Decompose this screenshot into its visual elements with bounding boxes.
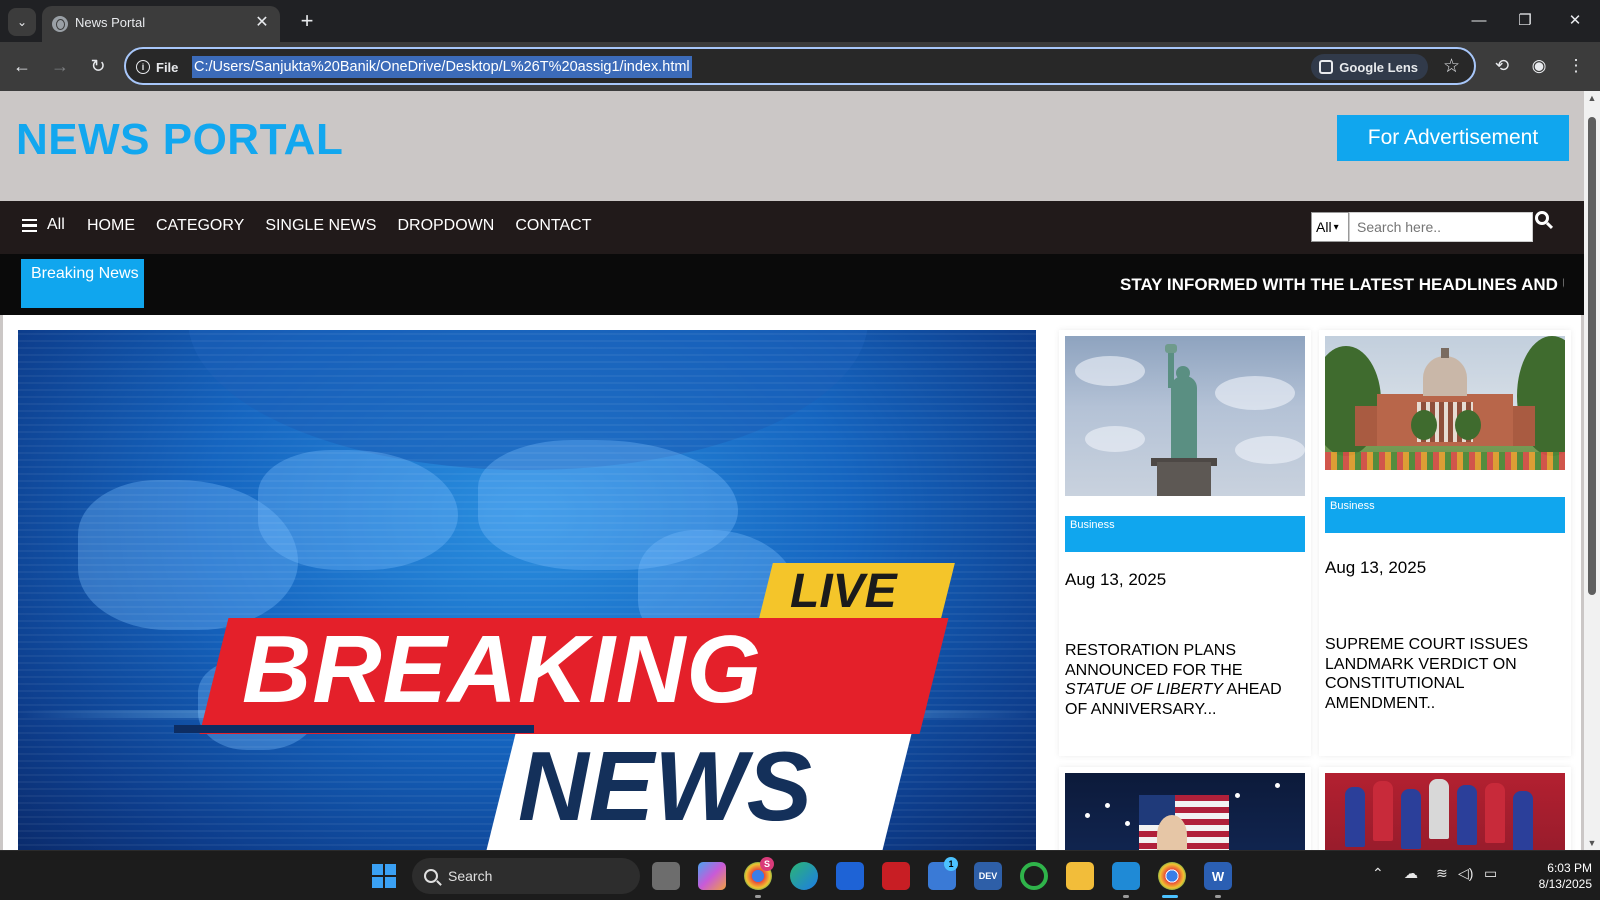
copilot-icon[interactable] [698,862,726,890]
news-card[interactable]: Business Aug 13, 2025 RESTORATION PLANS … [1059,330,1311,756]
reload-icon[interactable]: ↻ [84,52,112,80]
taskbar-search-label: Search [448,868,493,884]
hero-live-text: LIVE [790,565,897,618]
statue-of-liberty-image[interactable] [1065,336,1305,496]
forward-arrow-icon[interactable]: → [46,52,74,80]
search-icon[interactable] [1535,211,1554,230]
site-logo[interactable]: NEWS PORTAL [16,115,343,165]
vscode-icon[interactable] [1112,862,1140,890]
hero-image[interactable]: LIVE BREAKING NEWS [18,330,1036,850]
nav-link-contact[interactable]: CONTACT [515,217,591,235]
dev-home-icon[interactable]: DEV [974,862,1002,890]
advertisement-button[interactable]: For Advertisement [1337,115,1569,161]
news-card[interactable] [1319,767,1571,850]
breaking-news-bar: Breaking News STAY INFORMED WITH THE LAT… [0,254,1584,315]
globe-icon [52,16,68,32]
football-celebration-image[interactable] [1325,773,1565,850]
political-rally-image[interactable] [1065,773,1305,850]
edge-icon[interactable] [790,862,818,890]
azure-icon[interactable] [836,862,864,890]
url-text[interactable]: C:/Users/Sanjukta%20Banik/OneDrive/Deskt… [192,56,692,78]
file-explorer-icon[interactable] [1066,862,1094,890]
site-info-chip[interactable]: i File [136,56,178,78]
search-icon [424,869,438,883]
clock-time: 6:03 PM [1547,861,1592,875]
wifi-icon[interactable]: ≋ [1436,865,1448,882]
ticker-container: STAY INFORMED WITH THE LATEST HEADLINES … [1100,254,1564,315]
taskbar-search[interactable]: Search [412,858,640,894]
nav-link-category[interactable]: CATEGORY [156,217,244,235]
news-card[interactable]: Business Aug 13, 2025 SUPREME COURT ISSU… [1319,330,1571,756]
mcafee-icon[interactable] [882,862,910,890]
battery-icon[interactable]: ▭ [1484,865,1497,882]
google-lens-button[interactable]: Google Lens [1311,54,1428,80]
card-date: Aug 13, 2025 [1325,558,1427,577]
nav-link-home[interactable]: HOME [87,217,135,235]
store-badge: 1 [944,857,958,871]
hero-news-text: NEWS [518,731,812,841]
main-content: LIVE BREAKING NEWS Business Aug 13, 2025… [3,315,1581,850]
address-bar[interactable]: i File C:/Users/Sanjukta%20Banik/OneDriv… [124,47,1476,85]
info-icon: i [136,60,150,74]
search-category-select[interactable]: All ▾ [1311,212,1349,242]
browser-tab-bar: ⌄ News Portal ✕ + — ❐ ✕ [0,0,1600,42]
window-close-icon[interactable]: ✕ [1560,6,1590,36]
new-tab-button[interactable]: + [294,8,320,34]
supreme-court-image[interactable] [1325,336,1565,470]
nav-link-dropdown[interactable]: DROPDOWN [397,217,494,235]
site-header: NEWS PORTAL For Advertisement [0,91,1584,201]
category-badge[interactable]: Business [1325,497,1565,533]
chrome-badge: S [760,857,774,871]
search-input[interactable] [1349,212,1533,242]
minimize-icon[interactable]: — [1464,6,1494,36]
tab-close-icon[interactable]: ✕ [252,13,272,33]
word-icon[interactable]: W [1204,862,1232,890]
page-scrollbar[interactable]: ▲ ▼ [1584,91,1600,850]
browser-toolbar: ← → ↻ i File C:/Users/Sanjukta%20Banik/O… [0,42,1600,91]
breaking-news-label: Breaking News [21,259,144,308]
nav-links: HOME CATEGORY SINGLE NEWS DROPDOWN CONTA… [87,217,591,235]
restore-icon[interactable]: ❐ [1510,6,1540,36]
main-navbar: All HOME CATEGORY SINGLE NEWS DROPDOWN C… [0,201,1584,254]
more-menu-icon[interactable]: ⋮ [1562,52,1590,80]
chrome-icon[interactable] [1158,862,1186,890]
volume-icon[interactable]: ◁) [1458,865,1473,882]
scroll-down-arrow-icon[interactable]: ▼ [1587,838,1597,848]
tab-news-portal[interactable]: News Portal ✕ [42,6,280,42]
clock-date: 8/13/2025 [1538,877,1592,891]
bookmark-star-icon[interactable]: ☆ [1443,54,1460,80]
system-clock[interactable]: 6:03 PM 8/13/2025 [1514,860,1592,892]
card-headline[interactable]: SUPREME COURT ISSUES LANDMARK VERDICT ON… [1325,635,1561,713]
hamburger-icon [22,218,37,232]
nav-link-single-news[interactable]: SINGLE NEWS [265,217,376,235]
task-view-icon[interactable] [652,862,680,890]
search-category-value: All [1316,219,1332,235]
windows-start-icon[interactable] [372,864,396,888]
card-headline[interactable]: RESTORATION PLANS ANNOUNCED FOR THE STAT… [1065,641,1301,719]
tab-title: News Portal [75,15,146,30]
scroll-up-arrow-icon[interactable]: ▲ [1587,93,1597,103]
onedrive-icon[interactable]: ☁ [1404,865,1418,882]
google-lens-label: Google Lens [1339,59,1418,75]
back-arrow-icon[interactable]: ← [8,52,36,80]
profile-icon[interactable]: ◉ [1525,52,1553,80]
windows-taskbar: Search S 1 DEV W ⌃ ☁ ≋ ◁) ▭ 6:03 PM 8/13… [0,850,1600,900]
category-badge[interactable]: Business [1065,516,1305,552]
tab-search-button[interactable]: ⌄ [8,8,36,36]
chevron-down-icon: ▾ [1333,221,1339,233]
news-card[interactable] [1059,767,1311,850]
hero-breaking-text: BREAKING [242,616,763,723]
page-viewport: NEWS PORTAL For Advertisement All HOME C… [0,91,1600,850]
news-ticker: STAY INFORMED WITH THE LATEST HEADLINES … [1120,275,1564,294]
site-info-label: File [156,59,179,75]
all-menu-label: All [47,216,65,233]
card-date: Aug 13, 2025 [1065,570,1167,589]
refresh-app-icon[interactable] [1020,862,1048,890]
lens-icon [1319,60,1334,74]
performance-icon[interactable]: ⟲ [1488,52,1516,80]
chevron-up-icon[interactable]: ⌃ [1372,865,1384,882]
scroll-thumb[interactable] [1588,117,1596,595]
all-menu-toggle[interactable]: All [22,216,65,234]
